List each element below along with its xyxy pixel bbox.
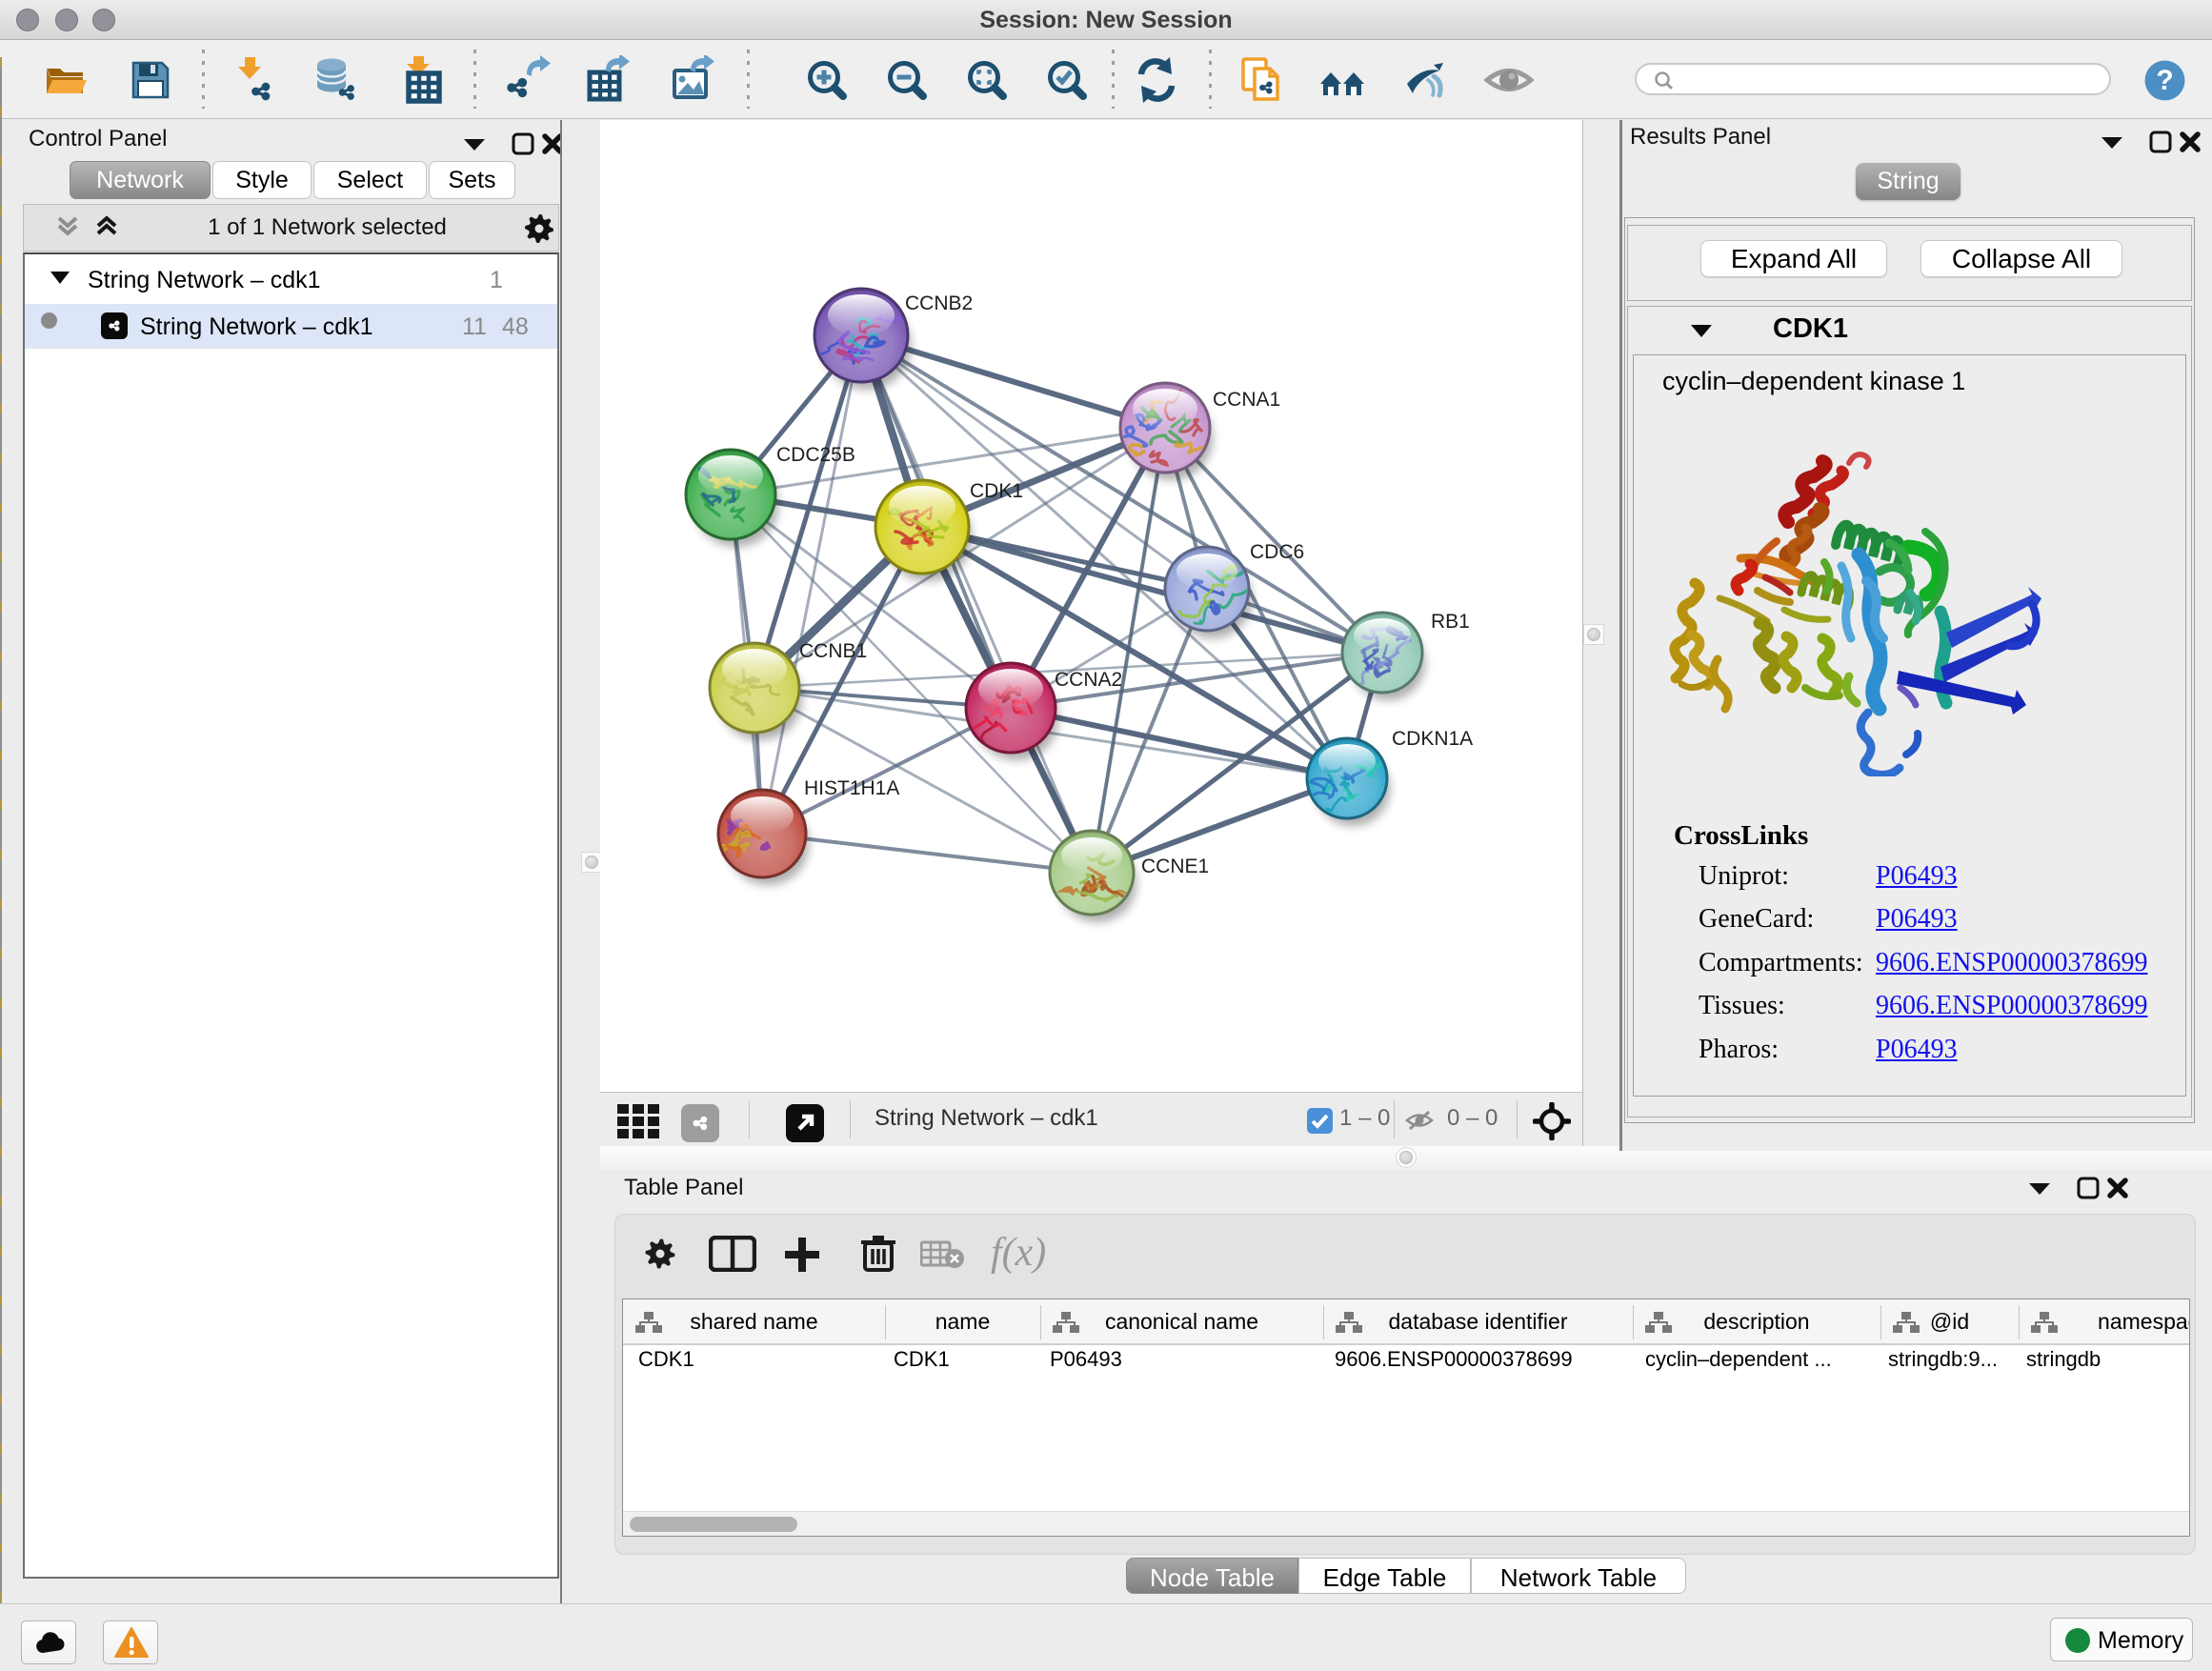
svg-text:CDC6: CDC6 [1250, 541, 1304, 563]
svg-text:CDC25B: CDC25B [776, 444, 855, 466]
svg-text:CDKN1A: CDKN1A [1392, 728, 1473, 750]
svg-text:CCNE1: CCNE1 [1141, 856, 1209, 877]
svg-text:HIST1H1A: HIST1H1A [804, 777, 899, 799]
svg-text:?: ? [2156, 65, 2173, 96]
svg-text:CCNB1: CCNB1 [799, 640, 867, 662]
svg-text:CCNA2: CCNA2 [1055, 669, 1122, 691]
svg-text:CCNB2: CCNB2 [905, 292, 973, 314]
svg-text:CDK1: CDK1 [970, 480, 1023, 502]
svg-text:RB1: RB1 [1431, 611, 1470, 633]
svg-text:CCNA1: CCNA1 [1213, 389, 1280, 411]
